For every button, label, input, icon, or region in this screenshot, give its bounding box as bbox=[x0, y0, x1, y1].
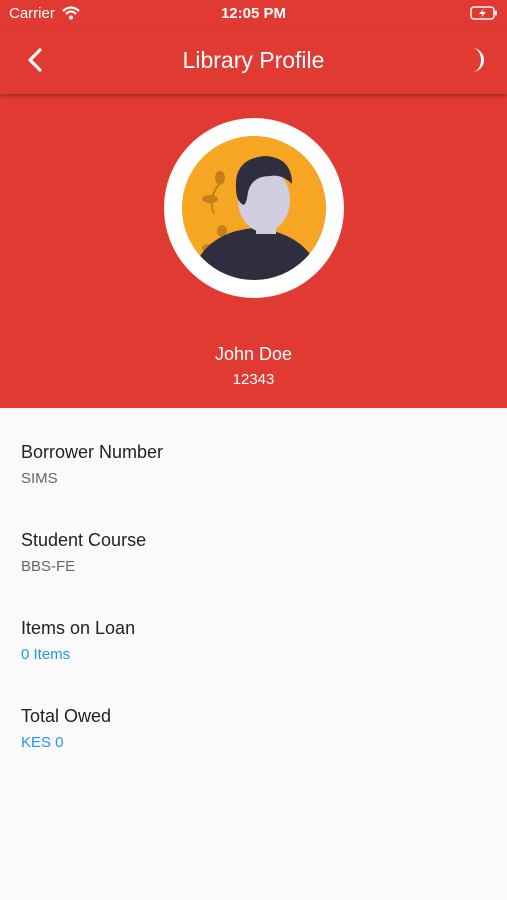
items-on-loan-link[interactable]: 0 Items bbox=[21, 646, 70, 663]
detail-label: Borrower Number bbox=[21, 442, 164, 462]
borrower-number-item: Borrower Number SIMS bbox=[21, 408, 491, 496]
status-bar: Carrier 12:05 PM bbox=[0, 0, 507, 28]
page-title: Library Profile bbox=[182, 47, 325, 73]
detail-label: Items on Loan bbox=[21, 618, 136, 638]
total-owed-link[interactable]: KES 0 bbox=[21, 734, 64, 751]
profile-details-list: Borrower Number SIMS Student Course BBS-… bbox=[21, 408, 491, 760]
battery-charging-icon bbox=[470, 6, 498, 24]
student-course-item: Student Course BBS-FE bbox=[21, 496, 491, 584]
detail-label: Student Course bbox=[21, 530, 147, 550]
profile-id: 12343 bbox=[232, 371, 275, 388]
status-time: 12:05 PM bbox=[220, 5, 287, 22]
detail-label: Total Owed bbox=[21, 706, 112, 726]
detail-value: SIMS bbox=[21, 470, 58, 487]
avatar bbox=[182, 136, 326, 280]
profile-header: John Doe 12343 bbox=[0, 94, 507, 408]
app-bar: Library Profile bbox=[0, 28, 507, 94]
detail-value: BBS-FE bbox=[21, 558, 76, 575]
profile-name: John Doe bbox=[214, 344, 293, 364]
avatar-frame bbox=[164, 118, 344, 298]
total-owed-item[interactable]: Total Owed KES 0 bbox=[21, 672, 491, 760]
items-on-loan-item[interactable]: Items on Loan 0 Items bbox=[21, 584, 491, 672]
dark-mode-toggle-icon[interactable] bbox=[465, 45, 489, 75]
